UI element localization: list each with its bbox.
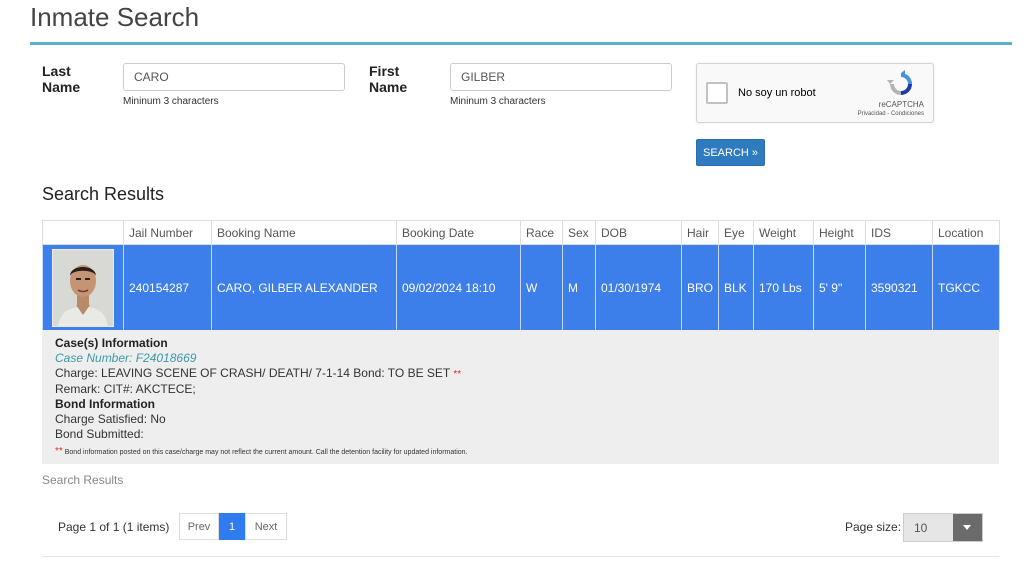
bond-submitted: Bond Submitted: [55, 427, 144, 441]
column-header-booking-name[interactable]: Booking Name [211, 220, 397, 245]
cases-heading: Case(s) Information [55, 336, 168, 350]
recaptcha-checkbox[interactable] [706, 82, 728, 104]
page-size-select[interactable]: 10 [903, 513, 983, 542]
first-name-input[interactable] [450, 63, 672, 91]
results-footer-label: Search Results [42, 473, 124, 487]
pager-prev-button[interactable]: Prev [179, 513, 219, 540]
cell-sex: M [562, 244, 596, 332]
last-name-help: Mininum 3 characters [123, 96, 219, 107]
bottom-divider [42, 556, 999, 557]
column-header-photo [42, 220, 124, 245]
cell-jail-number: 240154287 [123, 244, 212, 332]
column-header-eye[interactable]: Eye [718, 220, 754, 245]
case-details-panel: Case(s) Information Case Number: F240186… [42, 330, 999, 464]
table-header-row: Jail Number Booking Name Booking Date Ra… [42, 220, 1000, 245]
title-divider [30, 42, 1012, 45]
pager-page-1-button[interactable]: 1 [219, 513, 245, 540]
case-number-link[interactable]: Case Number: F24018669 [55, 351, 986, 366]
column-header-location[interactable]: Location [932, 220, 1000, 245]
cell-height: 5' 9" [813, 244, 866, 332]
recaptcha-widget: No soy un robot reCAPTCHA Privacidad - C… [696, 63, 934, 123]
column-header-hair[interactable]: Hair [681, 220, 719, 245]
remark-line: Remark: CIT#: AKCTECE; [55, 382, 196, 396]
note-asterisks: ** [55, 446, 63, 457]
column-header-race[interactable]: Race [520, 220, 563, 245]
charge-asterisks: ** [453, 369, 462, 380]
recaptcha-logo-icon [887, 70, 912, 95]
first-name-label: First Name [369, 63, 408, 95]
page-title: Inmate Search [30, 2, 200, 32]
table-row[interactable]: 240154287 CARO, GILBER ALEXANDER 09/02/2… [42, 244, 1000, 332]
search-button[interactable]: SEARCH » [696, 139, 765, 166]
chevron-down-icon [963, 525, 971, 530]
cell-location: TGKCC [932, 244, 1000, 332]
charge-satisfied: Charge Satisfied: No [55, 412, 166, 426]
results-heading: Search Results [42, 184, 165, 204]
cell-booking-date: 09/02/2024 18:10 [396, 244, 521, 332]
charge-line: Charge: LEAVING SCENE OF CRASH/ DEATH/ 7… [55, 366, 986, 382]
column-header-jail-number[interactable]: Jail Number [123, 220, 212, 245]
cell-race: W [520, 244, 563, 332]
cell-eye: BLK [718, 244, 754, 332]
column-header-booking-date[interactable]: Booking Date [396, 220, 521, 245]
bond-note: ** Bond information posted on this case/… [55, 444, 986, 460]
cell-booking-name: CARO, GILBER ALEXANDER [211, 244, 397, 332]
column-header-ids[interactable]: IDS [865, 220, 933, 245]
first-name-help: Mininum 3 characters [450, 96, 546, 107]
column-header-sex[interactable]: Sex [562, 220, 596, 245]
column-header-height[interactable]: Height [813, 220, 866, 245]
column-header-weight[interactable]: Weight [753, 220, 814, 245]
page-size-label: Page size: [845, 520, 902, 534]
note-text: Bond information posted on this case/cha… [64, 449, 468, 456]
recaptcha-label: No soy un robot [738, 87, 816, 99]
photo-cell [42, 244, 124, 332]
page-size-value: 10 [914, 521, 928, 535]
results-table: Jail Number Booking Name Booking Date Ra… [42, 220, 1000, 332]
bond-heading: Bond Information [55, 397, 155, 411]
cell-weight: 170 Lbs [753, 244, 814, 332]
cell-ids: 3590321 [865, 244, 933, 332]
pager-next-button[interactable]: Next [245, 513, 287, 540]
column-header-dob[interactable]: DOB [595, 220, 682, 245]
page-size-dropdown-button[interactable] [953, 514, 982, 541]
recaptcha-brand: reCAPTCHA [878, 100, 924, 109]
last-name-input[interactable] [123, 63, 345, 91]
charge-text: Charge: LEAVING SCENE OF CRASH/ DEATH/ 7… [55, 366, 451, 380]
last-name-label: Last Name [42, 63, 81, 95]
pager-info: Page 1 of 1 (1 items) [58, 520, 170, 534]
cell-hair: BRO [681, 244, 719, 332]
recaptcha-links[interactable]: Privacidad - Condiciones [858, 111, 924, 117]
cell-dob: 01/30/1974 [595, 244, 682, 332]
mugshot-photo [52, 249, 114, 327]
